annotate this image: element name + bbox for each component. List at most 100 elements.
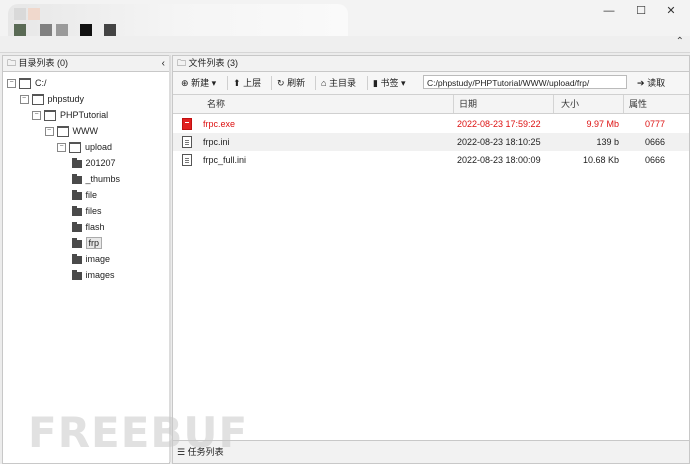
- directory-panel-title: 目录列表 (0): [18, 58, 69, 68]
- watermark-logo: FREEBUF: [28, 408, 249, 457]
- text-file-icon: [182, 136, 192, 148]
- tree-node-label: frp: [85, 237, 103, 249]
- tree-node[interactable]: 201207: [71, 156, 116, 170]
- tree-expander-icon[interactable]: −: [44, 127, 54, 137]
- tree-node[interactable]: files: [71, 204, 102, 218]
- panel-splitter[interactable]: [169, 55, 171, 462]
- folder-icon: [71, 205, 82, 216]
- folder-icon: 🗀: [7, 58, 17, 68]
- title-bar: — ☐ ✕: [0, 0, 690, 52]
- tree-node-label: phpstudy: [47, 94, 85, 104]
- file-row[interactable]: frpc_full.ini 2022-08-23 18:00:09 10.68 Kb…: [173, 151, 689, 169]
- file-panel-header: 🗀 文件列表 (3): [173, 56, 689, 72]
- chevron-up-icon[interactable]: ⌃: [676, 36, 684, 47]
- file-attr: 0666: [645, 155, 666, 165]
- pdf-file-icon: [182, 118, 192, 130]
- tree-node[interactable]: file: [71, 188, 98, 202]
- tree-expander-icon[interactable]: −: [32, 111, 41, 121]
- bookmark-icon: ▮: [373, 78, 378, 88]
- tree-node-label: upload: [85, 142, 113, 152]
- file-row[interactable]: frpc.ini 2022-08-23 18:10:25 139 b 0666: [173, 133, 689, 151]
- tree-node[interactable]: flash: [71, 220, 105, 234]
- tree-node[interactable]: frp: [71, 236, 103, 250]
- tree-node[interactable]: − upload: [57, 140, 112, 154]
- toolbar: ⊕ 新建 ▾ ⬆ 上层 ↻ 刷新 ⌂ 主目录 ▮ 书签 ▾ C:/phpstud…: [173, 72, 689, 95]
- text-file-icon: [182, 154, 192, 166]
- path-input[interactable]: C:/phpstudy/PHPTutorial/WWW/upload/frp/: [423, 75, 627, 89]
- directory-panel: 🗀 目录列表 (0) ‹ − C:/− phpstudy − PHPTutorial − W…: [2, 55, 170, 464]
- refresh-icon: ↻: [277, 78, 285, 88]
- folder-icon: [71, 237, 82, 248]
- tree-node-label: images: [85, 270, 115, 280]
- file-size: 10.68 Kb: [582, 155, 619, 165]
- minimize-button[interactable]: —: [598, 4, 620, 18]
- folder-open-icon: [69, 142, 81, 154]
- directory-panel-header: 🗀 目录列表 (0) ‹: [3, 56, 169, 72]
- caret-down-icon: ▾: [211, 78, 217, 88]
- folder-icon: [71, 157, 82, 168]
- address-strip: ⌃: [0, 36, 690, 53]
- tree-node-label: _thumbs: [85, 174, 121, 184]
- folder-open-icon: [44, 110, 56, 122]
- folder-icon: [71, 269, 82, 280]
- refresh-button[interactable]: ↻ 刷新: [277, 76, 305, 90]
- tree-expander-icon[interactable]: −: [57, 143, 66, 153]
- column-size[interactable]: 大小: [561, 95, 579, 113]
- bookmark-button[interactable]: ▮ 书签 ▾: [373, 76, 406, 90]
- tree-node-label: files: [85, 206, 102, 216]
- file-name: frpc.ini: [203, 137, 230, 147]
- tree-node-label: file: [85, 190, 98, 200]
- folder-icon: [71, 253, 82, 264]
- file-date: 2022-08-23 18:00:09: [457, 155, 541, 165]
- tree-node[interactable]: − PHPTutorial: [32, 108, 108, 122]
- collapse-left-icon[interactable]: ‹: [162, 56, 165, 71]
- tree-node-label: 201207: [85, 158, 116, 168]
- arrow-right-icon: ➔: [637, 78, 645, 88]
- tree-node[interactable]: images: [71, 268, 115, 282]
- tree-node[interactable]: − WWW: [44, 124, 98, 138]
- arrow-up-icon: ⬆: [233, 78, 241, 88]
- caret-down-icon: ▾: [401, 78, 406, 88]
- file-name: frpc_full.ini: [203, 155, 247, 165]
- tree-node-label: flash: [85, 222, 105, 232]
- tree-node-label: C:/: [35, 78, 47, 88]
- read-button[interactable]: ➔ 读取: [637, 76, 665, 90]
- folder-open-icon: [31, 94, 44, 106]
- task-list-bar[interactable]: ☰ 任务列表: [173, 440, 689, 463]
- up-button[interactable]: ⬆ 上层: [233, 76, 261, 90]
- tree-node-label: WWW: [72, 126, 98, 136]
- file-name: frpc.exe: [203, 119, 236, 129]
- folder-icon: [71, 221, 82, 232]
- tree-expander-icon[interactable]: −: [19, 95, 29, 105]
- plus-circle-icon: ⊕: [181, 78, 189, 88]
- folder-icon: [71, 189, 82, 200]
- tree-node[interactable]: − phpstudy: [19, 92, 85, 106]
- folder-icon: [71, 173, 82, 184]
- file-panel: 🗀 文件列表 (3) ⊕ 新建 ▾ ⬆ 上层 ↻ 刷新 ⌂ 主目录 ▮ 书签 ▾: [172, 55, 690, 464]
- close-button[interactable]: ✕: [660, 4, 682, 18]
- home-icon: ⌂: [321, 78, 327, 88]
- tree-node-label: image: [85, 254, 111, 264]
- new-button[interactable]: ⊕ 新建 ▾: [181, 76, 216, 90]
- file-date: 2022-08-23 17:59:22: [457, 119, 541, 129]
- file-size: 139 b: [596, 137, 619, 147]
- file-list-header: 名称 日期 大小 属性: [173, 95, 689, 114]
- file-size: 9.97 Mb: [586, 119, 619, 129]
- folder-open-icon: [56, 126, 69, 138]
- maximize-button[interactable]: ☐: [630, 4, 652, 18]
- column-attr[interactable]: 属性: [629, 95, 647, 113]
- home-button[interactable]: ⌂ 主目录: [321, 76, 356, 90]
- folder-icon: 🗀: [177, 58, 187, 68]
- file-panel-title: 文件列表 (3): [188, 58, 239, 68]
- file-row[interactable]: frpc.exe 2022-08-23 17:59:22 9.97 Mb 0777: [173, 115, 689, 133]
- tree-node[interactable]: _thumbs: [71, 172, 121, 186]
- column-date[interactable]: 日期: [459, 95, 477, 113]
- tree-node[interactable]: image: [71, 252, 111, 266]
- file-date: 2022-08-23 18:10:25: [457, 137, 541, 147]
- tree-node-label: PHPTutorial: [60, 110, 109, 120]
- tree-expander-icon[interactable]: −: [7, 79, 16, 89]
- folder-open-icon: [19, 78, 31, 90]
- file-attr: 0666: [645, 137, 666, 147]
- column-name[interactable]: 名称: [207, 95, 225, 113]
- tree-node[interactable]: − C:/: [7, 76, 47, 90]
